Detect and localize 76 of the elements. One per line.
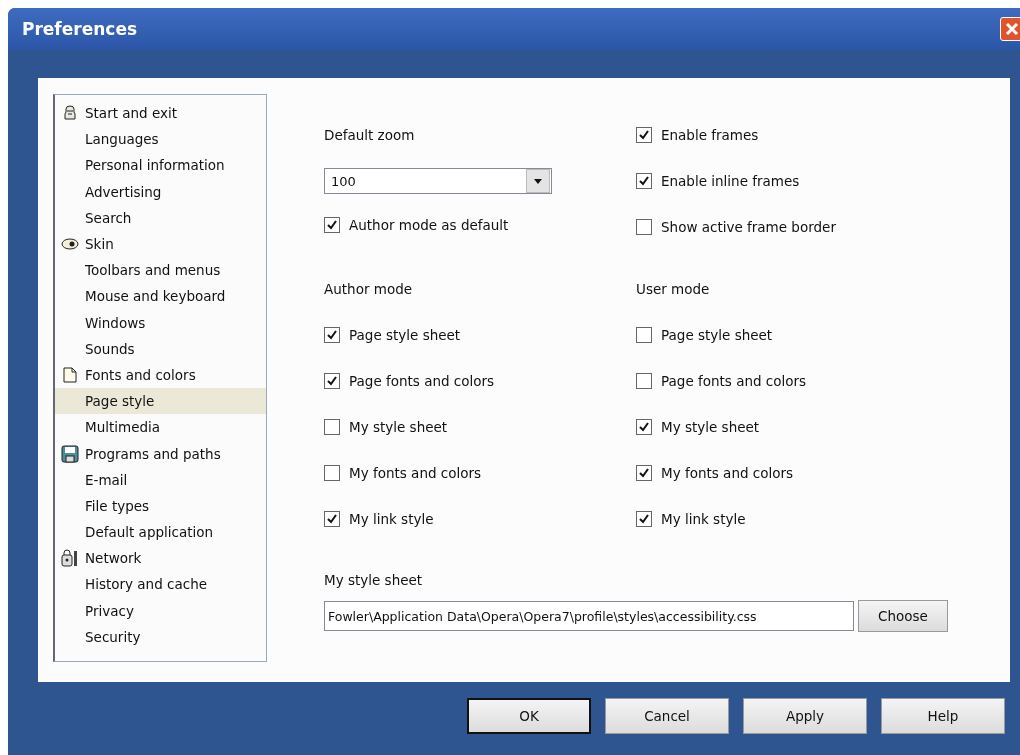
category-item[interactable]: Search <box>55 204 266 231</box>
checkbox[interactable] <box>324 419 340 435</box>
caret-icon <box>534 178 542 184</box>
checkbox[interactable] <box>324 373 340 389</box>
close-button[interactable] <box>1000 17 1020 41</box>
dialog-button[interactable]: Cancel <box>605 698 729 734</box>
checkbox-label[interactable]: Page style sheet <box>349 327 461 343</box>
checkbox-label[interactable]: Page fonts and colors <box>349 373 495 389</box>
category-item[interactable]: Multimedia <box>55 414 266 441</box>
checkmark-icon <box>326 219 338 231</box>
category-item[interactable]: Windows <box>55 309 266 336</box>
field-label: Default zoom <box>324 126 416 145</box>
checkmark-icon <box>638 421 650 433</box>
category-item[interactable]: Start and exit <box>55 100 266 127</box>
field-label: My style sheet <box>324 571 424 590</box>
checkbox-label[interactable]: My link style <box>349 511 434 527</box>
checkbox-label[interactable]: My link style <box>661 511 746 527</box>
checkbox-label[interactable]: My fonts and colors <box>661 465 794 481</box>
checkbox-label[interactable]: Enable inline frames <box>661 173 800 189</box>
category-item[interactable]: Network <box>55 545 266 572</box>
category-item[interactable]: Default application <box>55 519 266 546</box>
dialog-button[interactable]: Help <box>881 698 1005 734</box>
lock-icon <box>61 549 79 568</box>
checkmark-icon <box>638 129 650 141</box>
section-heading: User mode <box>636 280 711 299</box>
checkmark-icon <box>638 175 650 187</box>
checkbox-label[interactable]: My style sheet <box>349 419 448 435</box>
checkmark-icon <box>326 329 338 341</box>
category-item[interactable]: Security <box>55 623 266 650</box>
category-item[interactable]: History and cache <box>55 571 266 598</box>
category-item[interactable]: Programs and paths <box>55 440 266 467</box>
checkbox-label[interactable]: Enable frames <box>661 127 759 143</box>
checkbox[interactable] <box>636 127 652 143</box>
dialog-button[interactable]: Apply <box>743 698 867 734</box>
zoom-dropdown[interactable]: 100 <box>324 168 552 194</box>
category-item[interactable]: Mouse and keyboard <box>55 283 266 310</box>
category-item[interactable]: Page style <box>55 388 266 415</box>
checkbox[interactable] <box>324 327 340 343</box>
category-item[interactable]: Personal information <box>55 152 266 179</box>
section-heading: Author mode <box>324 280 414 299</box>
checkbox-label[interactable]: Show active frame border <box>661 219 836 235</box>
checkbox[interactable] <box>324 465 340 481</box>
window-title: Preferences <box>22 19 138 39</box>
checkmark-icon <box>638 513 650 525</box>
checkbox[interactable] <box>324 511 340 527</box>
category-item[interactable]: File types <box>55 492 266 519</box>
checkbox[interactable] <box>636 373 652 389</box>
checkbox-label[interactable]: Page fonts and colors <box>661 373 807 389</box>
category-item[interactable]: Fonts and colors <box>55 361 266 389</box>
path-field[interactable]: Fowler\Application Data\Opera\Opera7\profile\styles\accessibility.css <box>324 601 854 631</box>
category-item[interactable]: Languages <box>55 126 266 153</box>
checkbox[interactable] <box>636 465 652 481</box>
checkbox[interactable] <box>636 511 652 527</box>
category-item[interactable]: Skin <box>55 230 266 258</box>
category-item[interactable]: Privacy <box>55 597 266 624</box>
checkbox[interactable] <box>636 219 652 235</box>
checkmark-icon <box>326 513 338 525</box>
checkbox[interactable] <box>636 327 652 343</box>
choose-button[interactable]: Choose <box>858 600 948 632</box>
checkbox[interactable] <box>324 217 340 233</box>
checkbox-label[interactable]: Author mode as default <box>349 217 509 233</box>
category-item[interactable]: Toolbars and menus <box>55 257 266 284</box>
checkmark-icon <box>638 467 650 479</box>
checkmark-icon <box>326 375 338 387</box>
checkbox-label[interactable]: My fonts and colors <box>349 465 482 481</box>
checkbox-label[interactable]: Page style sheet <box>661 327 773 343</box>
close-icon <box>1005 22 1019 36</box>
checkbox-label[interactable]: My style sheet <box>661 419 760 435</box>
eye-icon <box>61 237 79 252</box>
category-item[interactable]: Advertising <box>55 178 266 205</box>
category-item[interactable]: Sounds <box>55 335 266 362</box>
document-icon <box>63 366 77 383</box>
category-item[interactable]: E-mail <box>55 466 266 493</box>
dialog-button[interactable]: OK <box>467 698 591 734</box>
checkbox[interactable] <box>636 419 652 435</box>
checkbox[interactable] <box>636 173 652 189</box>
